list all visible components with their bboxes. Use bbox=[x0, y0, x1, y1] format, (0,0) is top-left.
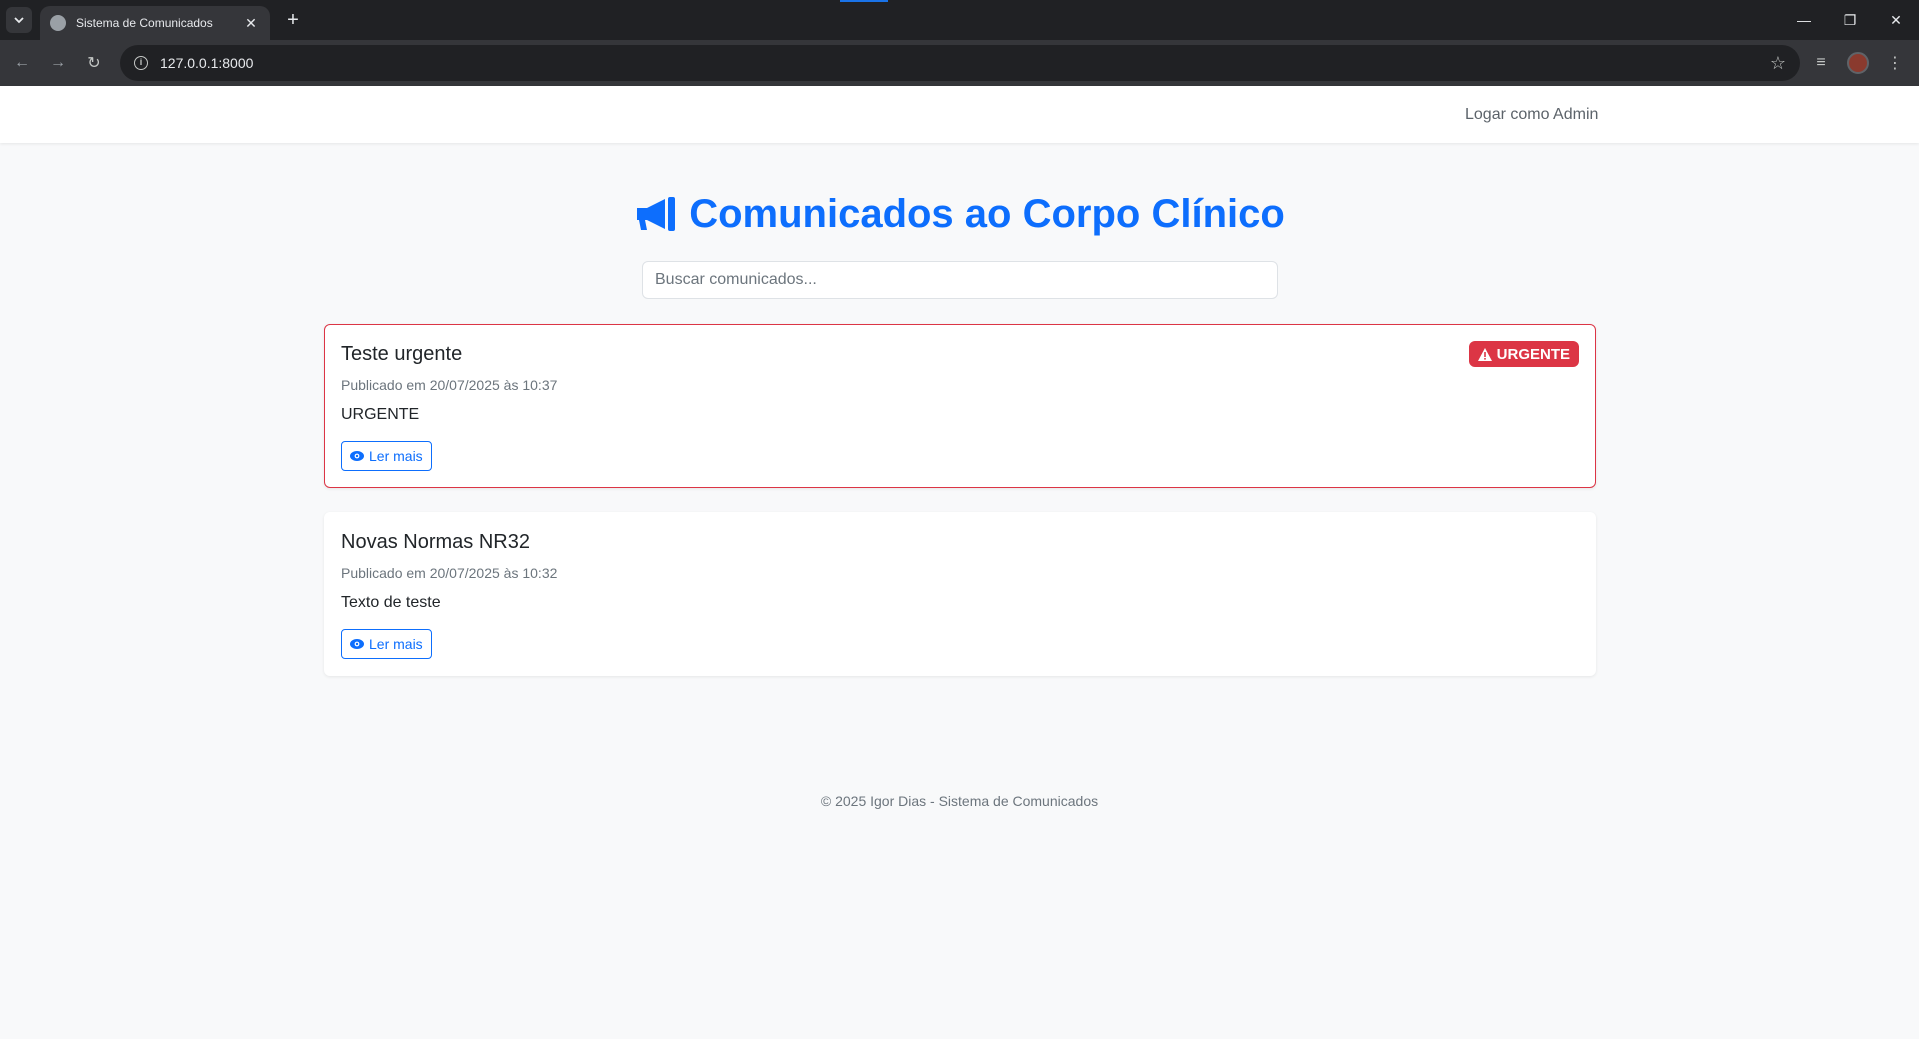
card-title: Novas Normas NR32 bbox=[341, 531, 530, 553]
profile-avatar[interactable] bbox=[1847, 52, 1869, 74]
bookmark-star-icon[interactable]: ☆ bbox=[1770, 53, 1786, 74]
read-more-label: Ler mais bbox=[369, 636, 423, 652]
menu-icon[interactable]: ⋮ bbox=[1881, 49, 1909, 77]
tab-title: Sistema de Comunicados bbox=[76, 16, 213, 30]
close-icon[interactable]: ✕ bbox=[242, 15, 260, 32]
globe-icon bbox=[50, 15, 66, 31]
browser-tab-bar: Sistema de Comunicados ✕ + — ❐ ✕ bbox=[0, 0, 1919, 40]
minimize-button[interactable]: — bbox=[1781, 0, 1827, 40]
card-title: Teste urgente bbox=[341, 343, 463, 365]
read-more-label: Ler mais bbox=[369, 448, 423, 464]
card-date: Publicado em 20/07/2025 às 10:32 bbox=[341, 565, 558, 581]
urgent-badge-label: URGENTE bbox=[1496, 345, 1570, 363]
announcement-card: Novas Normas NR32 Publicado em 20/07/202… bbox=[324, 512, 1596, 676]
media-control-icon[interactable]: ≡ bbox=[1807, 49, 1835, 77]
page-title-text: Comunicados ao Corpo Clínico bbox=[689, 191, 1285, 236]
search-wrapper bbox=[324, 261, 1596, 299]
info-icon[interactable]: i bbox=[134, 56, 148, 70]
address-bar[interactable]: i 127.0.0.1:8000 ☆ bbox=[120, 45, 1800, 81]
megaphone-icon bbox=[637, 197, 676, 231]
tab-search-button[interactable] bbox=[6, 7, 32, 33]
announcement-card-urgent: Teste urgente URGENTE Publicado em 20/07… bbox=[324, 324, 1596, 488]
card-text: URGENTE bbox=[341, 406, 420, 423]
page-title: Comunicados ao Corpo Clínico bbox=[324, 189, 1596, 239]
read-more-button[interactable]: Ler mais bbox=[341, 629, 432, 659]
new-tab-button[interactable]: + bbox=[280, 8, 306, 34]
chevron-down-icon bbox=[14, 17, 24, 24]
read-more-button[interactable]: Ler mais bbox=[341, 441, 432, 471]
card-text: Texto de teste bbox=[341, 594, 441, 611]
navbar: Logar como Admin bbox=[0, 86, 1919, 143]
page: Logar como Admin Comunicados ao Corpo Cl… bbox=[0, 86, 1919, 1039]
toolbar-right: ≡ ⋮ bbox=[1807, 49, 1909, 77]
admin-login-link[interactable]: Logar como Admin bbox=[1465, 106, 1598, 124]
search-input[interactable] bbox=[642, 261, 1278, 299]
main-container: Comunicados ao Corpo Clínico Teste urgen… bbox=[324, 143, 1596, 676]
forward-button[interactable]: → bbox=[44, 49, 72, 77]
footer: © 2025 Igor Dias - Sistema de Comunicado… bbox=[820, 793, 1099, 809]
reload-button[interactable]: ↻ bbox=[80, 49, 108, 77]
window-controls: — ❐ ✕ bbox=[1781, 0, 1919, 40]
tab-indicator bbox=[840, 0, 888, 2]
eye-icon bbox=[350, 451, 364, 461]
close-window-button[interactable]: ✕ bbox=[1873, 0, 1919, 40]
eye-icon bbox=[350, 639, 364, 649]
warning-icon bbox=[1477, 347, 1492, 361]
restore-button[interactable]: ❐ bbox=[1827, 0, 1873, 40]
urgent-badge: URGENTE bbox=[1468, 341, 1579, 367]
url-text[interactable]: 127.0.0.1:8000 bbox=[160, 55, 1770, 71]
browser-tab[interactable]: Sistema de Comunicados ✕ bbox=[40, 6, 270, 40]
card-date: Publicado em 20/07/2025 às 10:37 bbox=[341, 377, 558, 393]
back-button[interactable]: ← bbox=[8, 49, 36, 77]
browser-toolbar: ← → ↻ i 127.0.0.1:8000 ☆ ≡ ⋮ bbox=[0, 40, 1919, 86]
